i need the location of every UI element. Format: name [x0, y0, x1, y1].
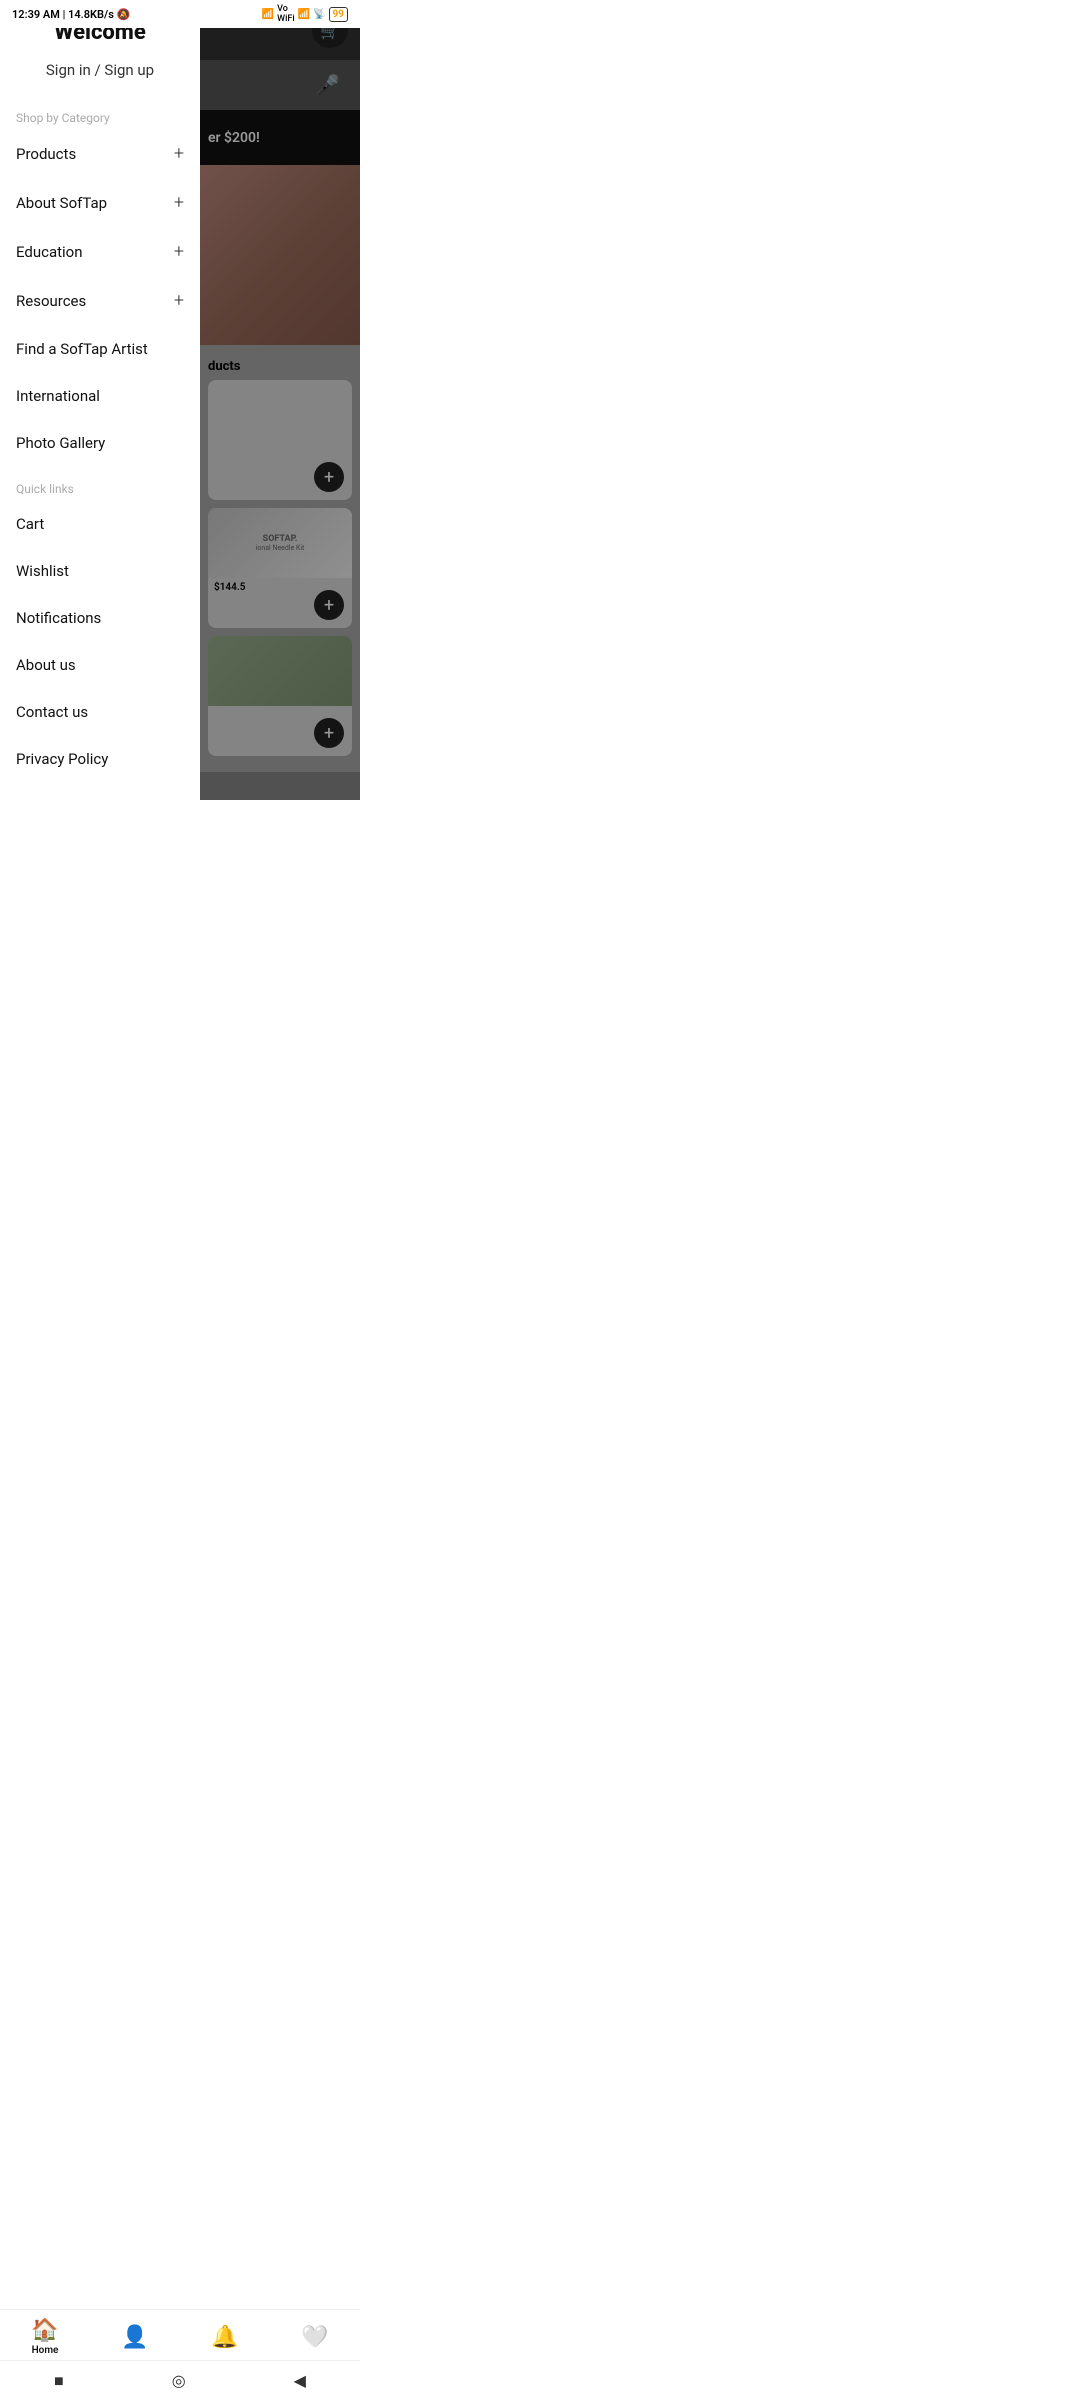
nav-notifications[interactable]: 🔔	[211, 2325, 238, 2350]
about-us-label: About us	[16, 656, 76, 674]
signin-link[interactable]: Sign in / Sign up	[16, 61, 184, 79]
nav-wishlist[interactable]: 🤍	[301, 2325, 328, 2350]
status-icons: 📶 VoWiFi 📶 📡 99	[262, 4, 348, 24]
wifi-icon: 📡	[313, 9, 325, 20]
products-menu-item[interactable]: Products +	[0, 129, 200, 178]
status-time-speed: 12:39 AM | 14.8KB/s 🔕	[12, 8, 130, 21]
wishlist-label: Wishlist	[16, 562, 69, 580]
contact-us-menu-item[interactable]: Contact us	[0, 688, 200, 735]
signal-icon: 📶	[262, 9, 274, 20]
privacy-policy-menu-item[interactable]: Privacy Policy	[0, 735, 200, 782]
dim-overlay[interactable]	[200, 0, 360, 800]
navigation-drawer: Welcome Sign in / Sign up Shop by Catego…	[0, 0, 200, 800]
android-back-btn[interactable]: ◀	[294, 2371, 306, 2390]
about-us-menu-item[interactable]: About us	[0, 641, 200, 688]
cart-label: Cart	[16, 515, 44, 533]
bottom-nav: 🏠 Home 👤 🔔 🤍	[0, 2309, 360, 2360]
photo-gallery-label: Photo Gallery	[16, 434, 105, 452]
android-square-btn[interactable]: ■	[54, 2371, 64, 2391]
international-menu-item[interactable]: International	[0, 372, 200, 419]
education-label: Education	[16, 243, 83, 261]
about-softap-expand-icon: +	[174, 192, 184, 213]
about-softap-label: About SofTap	[16, 194, 107, 212]
notifications-menu-item[interactable]: Notifications	[0, 594, 200, 641]
photo-gallery-menu-item[interactable]: Photo Gallery	[0, 419, 200, 466]
bell-icon: 🔔	[211, 2325, 238, 2350]
find-artist-menu-item[interactable]: Find a SofTap Artist	[0, 325, 200, 372]
resources-expand-icon: +	[174, 290, 184, 311]
products-expand-icon: +	[174, 143, 184, 164]
wifi-signal-icon: 📶	[298, 9, 310, 20]
wishlist-menu-item[interactable]: Wishlist	[0, 547, 200, 594]
battery-indicator: 99	[329, 7, 348, 22]
contact-us-label: Contact us	[16, 703, 88, 721]
resources-label: Resources	[16, 292, 86, 310]
education-menu-item[interactable]: Education +	[0, 227, 200, 276]
products-label: Products	[16, 145, 76, 163]
international-label: International	[16, 387, 100, 405]
cart-menu-item[interactable]: Cart	[0, 500, 200, 547]
heart-icon: 🤍	[301, 2325, 328, 2350]
vo-wifi-label: VoWiFi	[277, 4, 294, 24]
android-nav-bar: ■ ◎ ◀	[0, 2360, 360, 2400]
android-home-btn[interactable]: ◎	[172, 2371, 186, 2390]
privacy-policy-label: Privacy Policy	[16, 750, 108, 768]
home-icon: 🏠	[31, 2318, 58, 2343]
resources-menu-item[interactable]: Resources +	[0, 276, 200, 325]
screen: 12:39 AM | 14.8KB/s 🔕 📶 VoWiFi 📶 📡 99 🛒 …	[0, 0, 360, 800]
about-softap-menu-item[interactable]: About SofTap +	[0, 178, 200, 227]
home-label: Home	[32, 2345, 59, 2356]
status-bar: 12:39 AM | 14.8KB/s 🔕 📶 VoWiFi 📶 📡 99	[0, 0, 360, 28]
nav-profile[interactable]: 👤	[121, 2325, 148, 2350]
shop-by-category-label: Shop by Category	[0, 95, 200, 129]
profile-icon: 👤	[121, 2325, 148, 2350]
education-expand-icon: +	[174, 241, 184, 262]
notifications-label: Notifications	[16, 609, 101, 627]
find-artist-label: Find a SofTap Artist	[16, 340, 148, 358]
quick-links-label: Quick links	[0, 466, 200, 500]
nav-home[interactable]: 🏠 Home	[31, 2318, 58, 2356]
